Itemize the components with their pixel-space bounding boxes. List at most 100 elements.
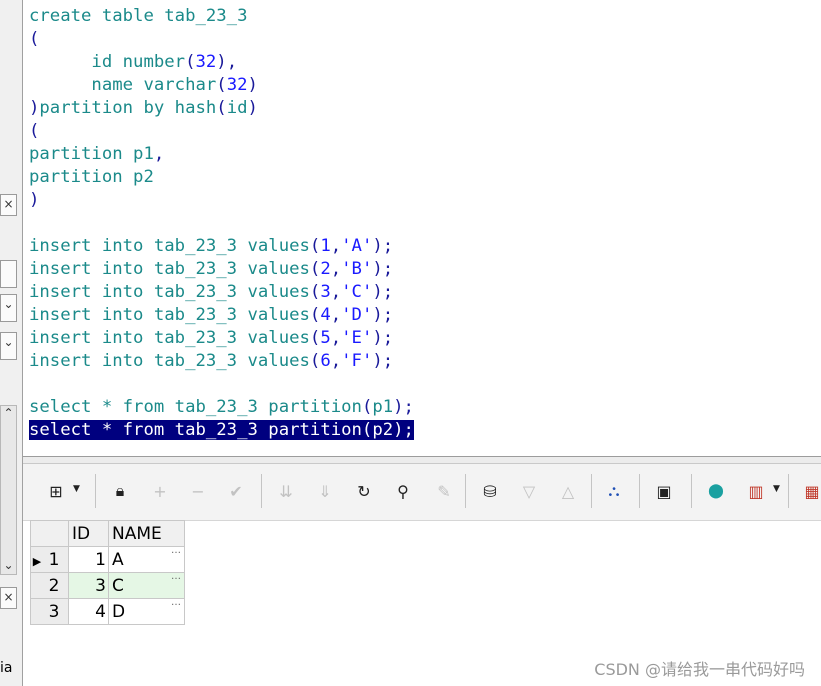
cell-name[interactable]: D… [108, 597, 185, 625]
table-row[interactable]: 2 3 C… [30, 571, 185, 599]
table-row[interactable]: 3 4 D… [30, 597, 185, 625]
refresh-icon[interactable]: ↻ [351, 478, 377, 504]
chart-icon[interactable]: ▥ [743, 478, 769, 504]
fetch-next-page-icon[interactable]: ⇊ [273, 478, 299, 504]
cell-name[interactable]: C… [108, 571, 185, 599]
code-line[interactable]: insert into tab_23_3 values(2,'B'); [29, 258, 414, 281]
find-icon[interactable]: ⚲ [390, 478, 416, 504]
code-line[interactable]: create table tab_23_3 [29, 5, 414, 28]
code-token: ) [29, 98, 40, 118]
clear-icon[interactable]: ✎ [431, 478, 457, 504]
query-by-example-icon[interactable]: ⛁ [477, 478, 503, 504]
scroll-up-icon[interactable]: ⌃ [1, 406, 16, 420]
sort-descending-icon[interactable]: ▽ [516, 478, 542, 504]
ellipsis-icon[interactable]: … [171, 571, 181, 582]
code-token: ); [372, 259, 394, 279]
code-line[interactable]: ( [29, 120, 414, 143]
code-token: ( [216, 75, 227, 95]
link-tree-icon[interactable]: ⛬ [601, 478, 627, 504]
ellipsis-icon[interactable]: … [171, 597, 181, 608]
code-line[interactable]: )partition by hash(id) [29, 97, 414, 120]
row-header[interactable]: 3 [30, 598, 69, 625]
sort-ascending-icon[interactable]: △ [555, 478, 581, 504]
grid-layout-icon[interactable]: ⊞ [43, 478, 69, 504]
code-line[interactable]: insert into tab_23_3 values(5,'E'); [29, 327, 414, 350]
code-token: , [330, 351, 342, 371]
code-line[interactable]: name varchar(32) [29, 74, 414, 97]
code-token: ); [393, 397, 414, 417]
code-line[interactable]: partition p2 [29, 166, 414, 189]
chevron-down-icon[interactable]: ⌄ [0, 332, 17, 360]
cell-id[interactable]: 1 [68, 546, 109, 573]
column-header-name[interactable]: NAME [108, 520, 185, 547]
watermark: CSDN @请给我一串代码好吗 [594, 660, 805, 679]
ellipsis-icon[interactable]: … [171, 545, 181, 556]
row-header[interactable]: 2 [30, 572, 69, 599]
row-header[interactable]: ▶ 1 [30, 546, 69, 573]
close-icon[interactable]: × [0, 194, 17, 216]
code-token: ( [309, 351, 321, 371]
code-token: ( [185, 52, 196, 72]
code-token: , [330, 305, 342, 325]
code-token: id [29, 52, 123, 72]
code-token: create table tab_23_3 [29, 6, 248, 26]
save-icon[interactable]: ▣ [651, 478, 677, 504]
table-export-icon[interactable]: ▦ [799, 478, 821, 504]
cell-name[interactable]: A… [108, 545, 185, 573]
delete-record-icon[interactable]: − [185, 478, 211, 504]
code-token: varchar [143, 75, 217, 95]
export-icon[interactable]: ⬤ [703, 478, 729, 504]
fetch-all-icon[interactable]: ⇓ [312, 478, 338, 504]
grid-corner [30, 520, 69, 547]
code-token: p1 [372, 397, 394, 417]
code-token: 6 [320, 351, 331, 371]
dropdown-caret-icon[interactable]: ▼ [73, 484, 80, 494]
add-record-icon[interactable]: + [147, 478, 173, 504]
code-line[interactable] [29, 373, 414, 396]
editor-grid-splitter[interactable] [23, 456, 821, 464]
result-grid[interactable]: ID NAME ▶ 1 1 A… 2 3 C… 3 4 D… [30, 520, 185, 625]
code-token: ( [29, 29, 40, 49]
scroll-down-icon[interactable]: ⌄ [1, 558, 16, 572]
code-line[interactable]: select * from tab_23_3 partition(p1); [29, 396, 414, 419]
code-line[interactable]: ( [29, 28, 414, 51]
current-row-icon: ▶ [32, 554, 42, 568]
chevron-down-icon[interactable]: ⌄ [0, 294, 17, 322]
lock-icon[interactable]: 🔒︎ [107, 478, 133, 504]
code-token: ( [309, 328, 321, 348]
code-token: ) [29, 190, 40, 210]
toolbar-separator [788, 474, 789, 508]
code-line[interactable]: partition p1, [29, 143, 414, 166]
code-token: , [330, 282, 342, 302]
cell-id[interactable]: 4 [68, 598, 109, 625]
code-line[interactable]: insert into tab_23_3 values(3,'C'); [29, 281, 414, 304]
code-token: , [330, 259, 342, 279]
code-token: 5 [320, 328, 331, 348]
code-token: 4 [320, 305, 331, 325]
column-header-id[interactable]: ID [68, 520, 109, 547]
code-line[interactable] [29, 212, 414, 235]
code-token: ( [216, 98, 227, 118]
toolbar-separator [465, 474, 466, 508]
post-changes-icon[interactable]: ✔ [223, 478, 249, 504]
table-row[interactable]: ▶ 1 1 A… [30, 545, 185, 573]
code-token: , [153, 144, 165, 164]
sql-code[interactable]: create table tab_23_3 ( id number(32), na… [29, 5, 414, 442]
code-token: ); [372, 305, 394, 325]
toolbar-separator [261, 474, 262, 508]
code-token: ( [309, 259, 321, 279]
dropdown-caret-icon[interactable]: ▼ [773, 484, 780, 494]
sql-editor[interactable]: create table tab_23_3 ( id number(32), na… [23, 0, 821, 456]
close-icon[interactable]: × [0, 587, 17, 609]
code-line[interactable]: insert into tab_23_3 values(1,'A'); [29, 235, 414, 258]
code-line[interactable]: id number(32), [29, 51, 414, 74]
code-line[interactable]: insert into tab_23_3 values(6,'F'); [29, 350, 414, 373]
code-token: 'C' [341, 282, 373, 302]
cell-id[interactable]: 3 [68, 572, 109, 599]
code-line[interactable]: ) [29, 189, 414, 212]
code-line[interactable]: select * from tab_23_3 partition(p2); [29, 419, 414, 442]
code-line[interactable]: insert into tab_23_3 values(4,'D'); [29, 304, 414, 327]
panel-field[interactable] [0, 260, 17, 288]
toolbar-separator [691, 474, 692, 508]
panel-scrollbar[interactable]: ⌃ ⌄ [0, 405, 17, 575]
